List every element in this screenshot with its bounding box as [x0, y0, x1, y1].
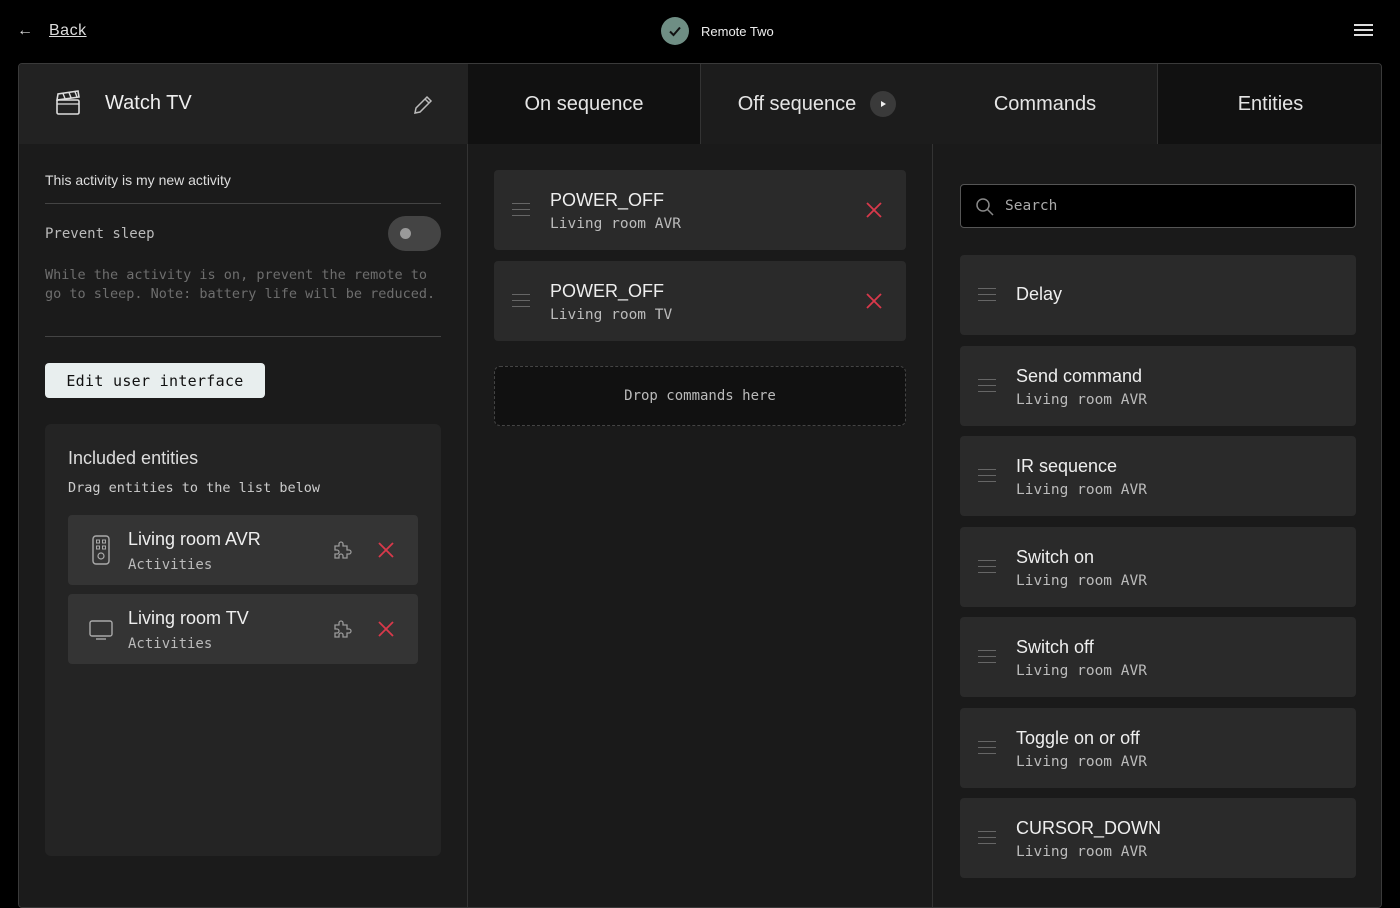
remote-icon — [92, 535, 110, 565]
sequence-command: POWER_OFF — [550, 190, 665, 210]
pencil-icon[interactable] — [412, 94, 434, 116]
entity-row[interactable]: Living room TV Activities — [68, 594, 418, 664]
command-item[interactable]: Switch off Living room AVR — [960, 617, 1356, 697]
drag-handle-icon[interactable] — [978, 288, 996, 301]
sequence-command: POWER_OFF — [550, 281, 665, 301]
top-bar: ← Back Remote Two — [0, 0, 1400, 63]
play-icon[interactable] — [870, 91, 897, 117]
command-entity: Living room AVR — [1016, 663, 1147, 679]
sequence-entity: Living room TV — [550, 307, 673, 323]
divider — [45, 203, 441, 204]
command-name: Delay — [1016, 284, 1063, 304]
tab-commands[interactable]: Commands — [933, 64, 1158, 144]
search-field[interactable] — [960, 184, 1356, 228]
remove-icon[interactable] — [863, 290, 885, 312]
edit-user-interface-button[interactable]: Edit user interface — [45, 363, 265, 398]
command-entity: Living room AVR — [1016, 482, 1147, 498]
check-icon — [661, 17, 689, 45]
command-item[interactable]: Toggle on or off Living room AVR — [960, 708, 1356, 788]
remove-icon[interactable] — [375, 618, 397, 640]
sequence-item[interactable]: POWER_OFF Living room TV — [494, 261, 906, 341]
remove-icon[interactable] — [863, 199, 885, 221]
commands-panel: Commands Entities Delay Send command Liv… — [933, 64, 1381, 907]
divider — [45, 336, 441, 337]
toggle-knob — [400, 228, 411, 239]
sequence-entity: Living room AVR — [550, 216, 681, 232]
tab-label: Off sequence — [737, 92, 857, 115]
puzzle-icon[interactable] — [332, 618, 354, 640]
tab-label: Entities — [1237, 92, 1304, 115]
command-entity: Living room AVR — [1016, 573, 1147, 589]
entity-row[interactable]: Living room AVR Activities — [68, 515, 418, 585]
activity-header: Watch TV — [19, 64, 468, 144]
drag-handle-icon[interactable] — [512, 294, 530, 307]
command-name: Switch off — [1016, 637, 1094, 657]
entity-type: Activities — [128, 557, 213, 573]
tab-label: Commands — [993, 92, 1097, 115]
command-item[interactable]: CURSOR_DOWN Living room AVR — [960, 798, 1356, 878]
included-entities-subtitle: Drag entities to the list below — [68, 480, 320, 496]
tab-off-sequence[interactable]: Off sequence — [701, 64, 933, 144]
included-entities-box: Included entities Drag entities to the l… — [45, 424, 441, 856]
arrow-left-icon: ← — [17, 22, 33, 39]
command-item[interactable]: Send command Living room AVR — [960, 346, 1356, 426]
remove-icon[interactable] — [375, 539, 397, 561]
command-item[interactable]: Delay — [960, 255, 1356, 335]
drag-handle-icon[interactable] — [512, 203, 530, 216]
device-indicator: Remote Two — [661, 17, 774, 45]
command-name: Toggle on or off — [1016, 728, 1140, 748]
puzzle-icon[interactable] — [332, 539, 354, 561]
activity-editor: Watch TV This activity is my new activit… — [18, 63, 1382, 908]
prevent-sleep-label: Prevent sleep — [45, 226, 155, 242]
drag-handle-icon[interactable] — [978, 379, 996, 392]
activity-title: Watch TV — [105, 92, 192, 114]
sequence-panel: On sequence Off sequence POWER_OFF Livin… — [468, 64, 933, 907]
entity-name: Living room AVR — [128, 529, 261, 549]
drag-handle-icon[interactable] — [978, 831, 996, 844]
prevent-sleep-toggle[interactable] — [388, 216, 441, 251]
clapperboard-icon — [56, 90, 80, 115]
drag-handle-icon[interactable] — [978, 560, 996, 573]
entity-name: Living room TV — [128, 608, 249, 628]
command-name: CURSOR_DOWN — [1016, 818, 1162, 838]
tab-label: On sequence — [524, 92, 644, 115]
command-dropzone[interactable]: Drop commands here — [494, 366, 906, 426]
back-label: Back — [49, 22, 87, 39]
drag-handle-icon[interactable] — [978, 469, 996, 482]
device-name: Remote Two — [701, 23, 774, 39]
menu-icon[interactable] — [1354, 24, 1373, 38]
command-entity: Living room AVR — [1016, 844, 1147, 860]
search-input[interactable] — [1005, 185, 1345, 227]
sequence-item[interactable]: POWER_OFF Living room AVR — [494, 170, 906, 250]
activity-details-panel: Watch TV This activity is my new activit… — [19, 64, 468, 907]
command-name: IR sequence — [1016, 456, 1118, 476]
command-name: Switch on — [1016, 547, 1095, 567]
entity-type: Activities — [128, 636, 213, 652]
command-name: Send command — [1016, 366, 1143, 386]
command-entity: Living room AVR — [1016, 754, 1147, 770]
back-button[interactable]: ← Back — [17, 22, 87, 40]
command-item[interactable]: Switch on Living room AVR — [960, 527, 1356, 607]
activity-description[interactable]: This activity is my new activity — [45, 172, 231, 188]
tab-on-sequence[interactable]: On sequence — [468, 64, 701, 144]
prevent-sleep-help: While the activity is on, prevent the re… — [45, 267, 436, 302]
command-entity: Living room AVR — [1016, 392, 1147, 408]
included-entities-title: Included entities — [68, 448, 199, 468]
search-icon — [976, 198, 994, 216]
tv-icon — [89, 620, 113, 640]
drag-handle-icon[interactable] — [978, 741, 996, 754]
tab-entities[interactable]: Entities — [1158, 64, 1381, 144]
drag-handle-icon[interactable] — [978, 650, 996, 663]
command-item[interactable]: IR sequence Living room AVR — [960, 436, 1356, 516]
